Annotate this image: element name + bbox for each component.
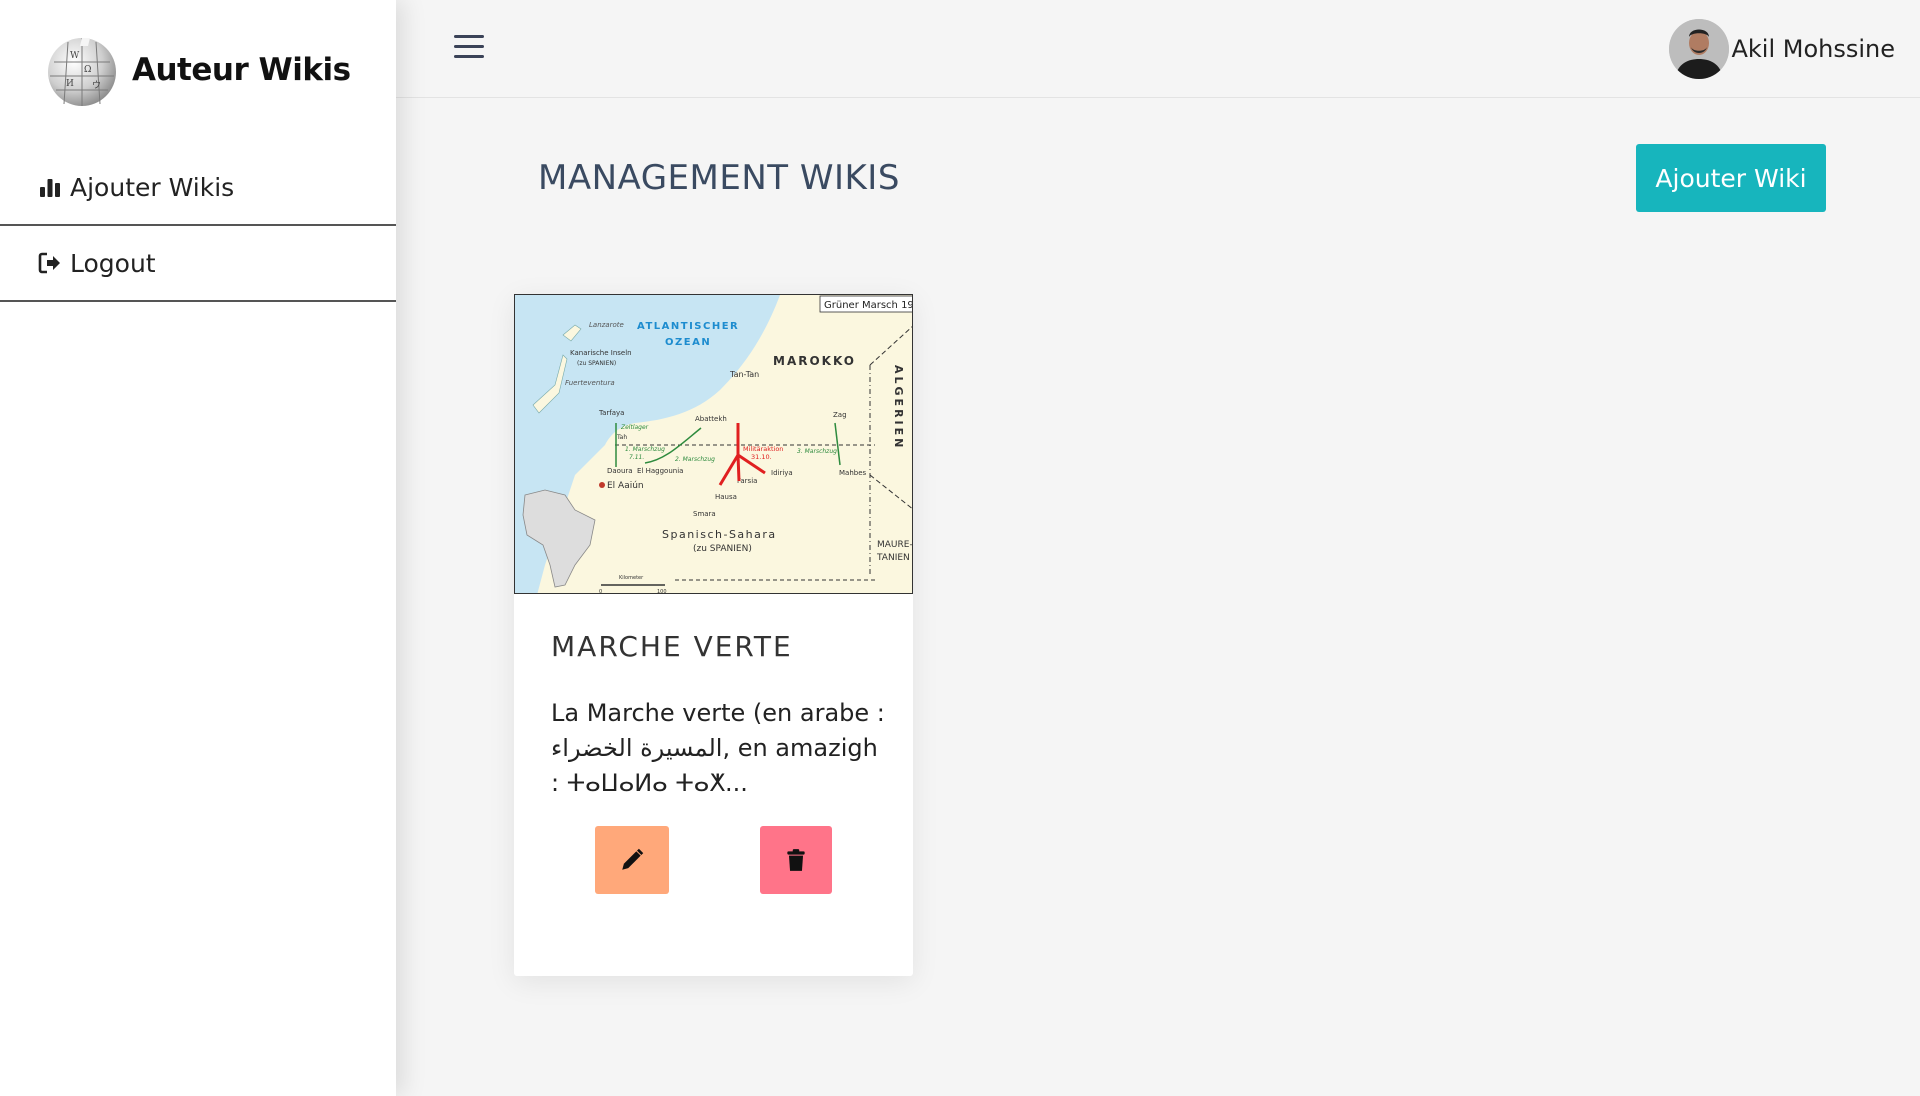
wiki-card-excerpt: La Marche verte (en arabe : المسيرة الخض… bbox=[551, 699, 885, 797]
svg-text:Lanzarote: Lanzarote bbox=[589, 321, 624, 329]
svg-text:7.11.: 7.11. bbox=[629, 454, 644, 461]
svg-text:Mahbes: Mahbes bbox=[839, 469, 867, 477]
svg-text:100: 100 bbox=[657, 589, 667, 594]
svg-text:El Aaiún: El Aaiún bbox=[607, 481, 644, 491]
svg-text:Fuerteventura: Fuerteventura bbox=[565, 379, 615, 387]
svg-text:Ω: Ω bbox=[84, 65, 91, 75]
svg-text:OZEAN: OZEAN bbox=[665, 337, 711, 348]
svg-text:Zeltlager: Zeltlager bbox=[620, 424, 649, 431]
svg-text:ATLANTISCHER: ATLANTISCHER bbox=[637, 321, 739, 332]
sidebar-menu: Ajouter Wikis Logout bbox=[0, 150, 396, 302]
trash-icon bbox=[787, 849, 805, 871]
svg-text:Tarfaya: Tarfaya bbox=[598, 409, 624, 417]
svg-text:ALGERIEN: ALGERIEN bbox=[892, 365, 905, 450]
logout-icon bbox=[38, 252, 60, 274]
user-menu[interactable]: Akil Mohssine bbox=[1669, 19, 1895, 79]
hamburger-icon[interactable] bbox=[454, 35, 484, 61]
svg-text:ウ: ウ bbox=[92, 80, 101, 91]
svg-text:Smara: Smara bbox=[693, 510, 716, 518]
svg-text:И: И bbox=[66, 79, 74, 89]
svg-text:Daoura: Daoura bbox=[607, 467, 633, 475]
user-name: Akil Mohssine bbox=[1731, 35, 1895, 63]
svg-text:3. Marschzug: 3. Marschzug bbox=[797, 448, 837, 455]
svg-text:MAROKKO: MAROKKO bbox=[773, 354, 856, 368]
wikipedia-globe-logo: WΩИ ウ bbox=[48, 38, 116, 106]
svg-text:Zag: Zag bbox=[833, 411, 847, 419]
svg-text:Militäraktion: Militäraktion bbox=[743, 445, 783, 453]
svg-text:Tah: Tah bbox=[616, 434, 627, 441]
delete-button[interactable] bbox=[760, 826, 832, 894]
sidebar-item-logout[interactable]: Logout bbox=[0, 226, 396, 302]
svg-text:TANIEN: TANIEN bbox=[876, 553, 910, 563]
sidebar-item-label: Ajouter Wikis bbox=[70, 172, 235, 202]
sidebar-item-ajouter-wikis[interactable]: Ajouter Wikis bbox=[0, 150, 396, 226]
pencil-icon bbox=[622, 848, 644, 870]
wiki-card-image: Grüner Marsch 1975 ATLANTISCHER OZEAN MA… bbox=[514, 294, 913, 594]
svg-text:MAURE-: MAURE- bbox=[877, 540, 913, 550]
brand[interactable]: WΩИ ウ Auteur Wikis bbox=[44, 32, 351, 108]
topbar: Akil Mohssine bbox=[396, 0, 1920, 98]
add-wiki-button[interactable]: Ajouter Wiki bbox=[1636, 144, 1826, 212]
svg-text:Idiriya: Idiriya bbox=[771, 469, 793, 477]
avatar bbox=[1669, 19, 1730, 79]
svg-text:Spanisch-Sahara: Spanisch-Sahara bbox=[662, 528, 777, 541]
svg-text:0: 0 bbox=[599, 589, 602, 594]
svg-text:Tan-Tan: Tan-Tan bbox=[729, 370, 759, 379]
brand-title: Auteur Wikis bbox=[132, 52, 351, 88]
bar-chart-icon bbox=[40, 179, 60, 197]
svg-text:(zu SPANIEN): (zu SPANIEN) bbox=[577, 360, 616, 367]
wiki-card: Grüner Marsch 1975 ATLANTISCHER OZEAN MA… bbox=[514, 294, 913, 976]
svg-text:1. Marschzug: 1. Marschzug bbox=[625, 446, 665, 453]
page-title: MANAGEMENT WIKIS bbox=[538, 158, 900, 198]
svg-text:Kilometer: Kilometer bbox=[619, 575, 644, 581]
svg-text:Abattekh: Abattekh bbox=[695, 415, 727, 423]
svg-text:Grüner Marsch 1975: Grüner Marsch 1975 bbox=[824, 300, 913, 311]
svg-text:El Haggounia: El Haggounia bbox=[637, 467, 683, 475]
sidebar-item-label: Logout bbox=[70, 248, 156, 278]
wiki-card-title: MARCHE VERTE bbox=[551, 630, 793, 663]
edit-button[interactable] bbox=[595, 826, 669, 894]
svg-text:Hausa: Hausa bbox=[715, 493, 737, 501]
svg-text:W: W bbox=[70, 51, 80, 61]
svg-text:Kanarische Inseln: Kanarische Inseln bbox=[570, 349, 632, 357]
sidebar: WΩИ ウ Auteur Wikis Ajouter Wikis Logout bbox=[0, 0, 396, 1096]
svg-text:31.10.: 31.10. bbox=[751, 453, 772, 461]
svg-text:(zu SPANIEN): (zu SPANIEN) bbox=[693, 544, 752, 554]
svg-text:2. Marschzug: 2. Marschzug bbox=[675, 456, 715, 463]
